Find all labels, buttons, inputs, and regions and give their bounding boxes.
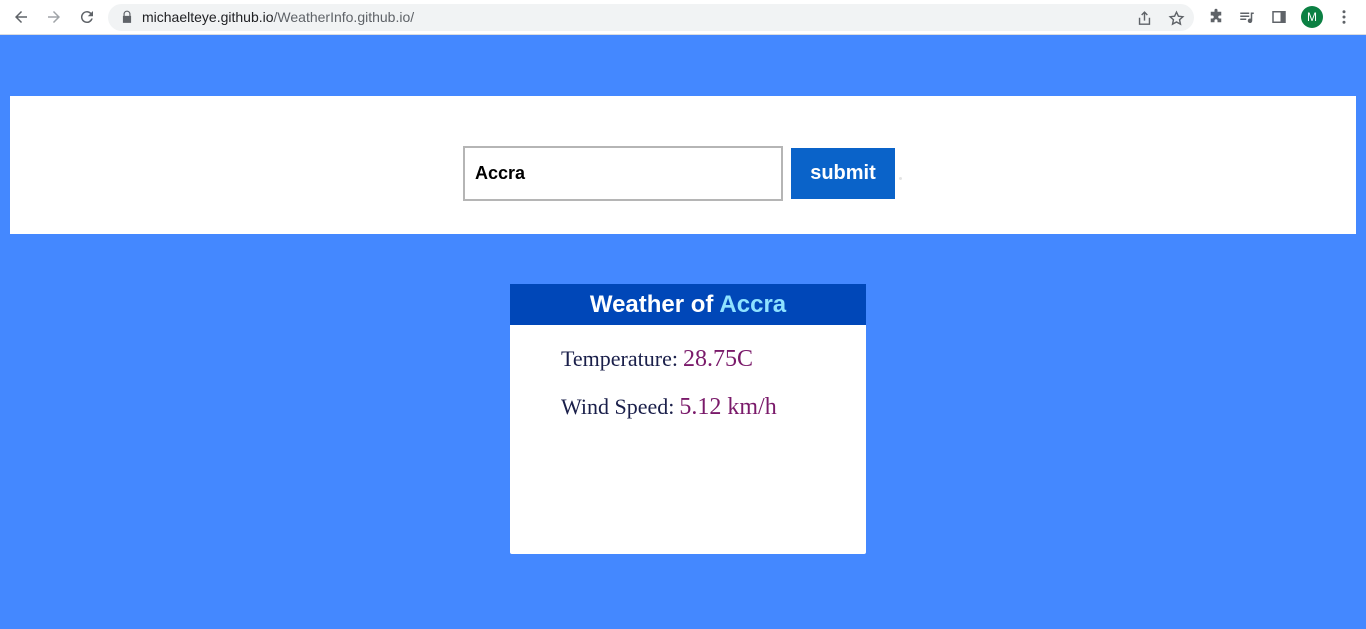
browser-toolbar: michaelteye.github.io/WeatherInfo.github… bbox=[0, 0, 1366, 35]
weather-card: Weather of Accra Temperature: 28.75C Wind… bbox=[510, 284, 866, 554]
url-host: michaelteye.github.io bbox=[142, 9, 274, 25]
weather-card-header: Weather of Accra bbox=[510, 284, 866, 325]
media-icon[interactable] bbox=[1236, 6, 1258, 28]
extensions-icon[interactable] bbox=[1205, 6, 1227, 28]
weather-title-prefix: Weather of bbox=[589, 290, 714, 318]
temperature-label: Temperature: bbox=[561, 346, 678, 371]
wind-speed-label: Wind Speed: bbox=[561, 394, 675, 419]
wind-speed-row: Wind Speed: 5.12 km/h bbox=[561, 394, 777, 421]
temperature-row: Temperature: 28.75C bbox=[561, 346, 753, 373]
address-bar[interactable]: michaelteye.github.io/WeatherInfo.github… bbox=[108, 4, 1194, 31]
star-icon[interactable] bbox=[1166, 8, 1186, 28]
side-panel-icon[interactable] bbox=[1268, 6, 1290, 28]
forward-icon[interactable] bbox=[42, 5, 66, 29]
menu-icon[interactable] bbox=[1333, 6, 1355, 28]
temperature-value: 28.75C bbox=[682, 346, 753, 372]
back-icon[interactable] bbox=[9, 5, 33, 29]
url-text[interactable]: michaelteye.github.io/WeatherInfo.github… bbox=[142, 9, 414, 25]
lock-icon[interactable] bbox=[120, 10, 134, 24]
reload-icon[interactable] bbox=[75, 5, 99, 29]
decorative-dot bbox=[899, 177, 902, 180]
search-section: submit bbox=[10, 96, 1356, 234]
submit-button[interactable]: submit bbox=[791, 148, 895, 199]
wind-speed-value: 5.12 km/h bbox=[679, 394, 777, 420]
avatar[interactable]: M bbox=[1301, 6, 1323, 28]
share-icon[interactable] bbox=[1134, 8, 1154, 28]
url-path: /WeatherInfo.github.io/ bbox=[273, 9, 415, 25]
city-search-input[interactable] bbox=[463, 146, 783, 201]
weather-city-name: Accra bbox=[719, 290, 787, 318]
